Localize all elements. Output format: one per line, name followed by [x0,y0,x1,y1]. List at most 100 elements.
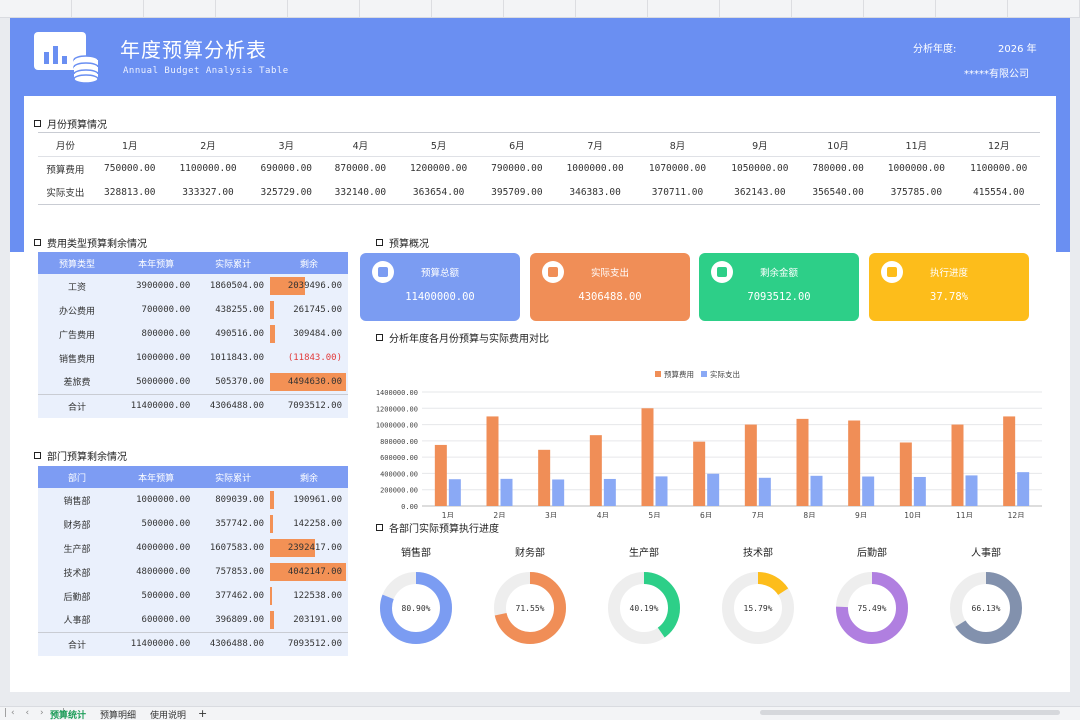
budget-bar [434,444,447,506]
remaining-value: 190961.00 [293,495,342,505]
actual-cell: 1860504.00 [196,274,270,298]
column-header: 预算类型 [38,252,116,274]
x-tick-label: 2月 [493,511,505,518]
budget-cell: 800000.00 [116,322,197,346]
column-header: 部门 [38,466,116,488]
y-tick-label: 400000.00 [380,470,418,478]
month-header-cell: 8月 [636,132,719,157]
section-square-icon [376,334,383,341]
budget-row: 预算费用 750000.00 1100000.00 690000.00 870000.… [38,157,1040,181]
department-header-row: 部门 本年预算 实际累计 剩余 [38,466,348,488]
sheet-tab-budget-detail[interactable]: 预算明细 [100,708,136,720]
year-label: 分析年度: [913,44,957,55]
month-header-cell: 7月 [553,132,637,157]
department-name: 财务部 [515,548,545,559]
kpi-card: 剩余金额 7093512.00 [699,253,859,321]
remaining-value: 2392417.00 [287,543,342,553]
column-header: 本年预算 [116,252,197,274]
progress-donut: 80.90% [380,572,452,644]
legend-label: 实际支出 [710,369,740,379]
remaining-cell: 203191.00 [270,608,348,632]
actual-cell: 377462.00 [196,584,270,608]
sheet-tab-budget-stats[interactable]: 预算统计 [50,708,86,720]
actual-cell: 396809.00 [196,608,270,632]
x-tick-label: 5月 [648,511,660,518]
budget-bar [1003,416,1016,506]
table-row: 销售部 1000000.00 809039.00 190961.00 [38,488,348,512]
content-card: 月份预算情况 月份 1月 2月 3月 4月 5月 6月 7月 8月 9月 10月 11月 12月 预算… [24,96,1056,674]
remaining-cell: (11843.00) [270,346,348,370]
chart-section-title: 分析年度各月份预算与实际费用对比 [376,330,549,345]
actual-cell: 328813.00 [92,180,167,205]
remaining-cell: 2392417.00 [270,536,348,560]
row-name: 后勤部 [38,584,116,608]
month-header-cell: 5月 [397,132,480,157]
budget-bar [538,449,551,506]
section-square-icon [34,239,41,246]
progress-percent: 66.13% [972,604,1001,613]
monthly-table: 月份 1月 2月 3月 4月 5月 6月 7月 8月 9月 10月 11月 12月 预算费用 7500… [38,132,1040,205]
actual-cell: 333327.00 [166,180,250,205]
total-actual: 4306488.00 [196,393,270,418]
budget-cell: 1050000.00 [731,163,789,175]
remaining-data-bar [270,491,274,509]
actual-cell: 490516.00 [196,322,270,346]
company-name: *****有限公司 [964,69,1029,80]
progress-donut: 71.55% [494,572,566,644]
total-actual: 4306488.00 [196,631,270,656]
remaining-cell: 2039496.00 [270,274,348,298]
row-name: 销售费用 [38,346,116,370]
y-tick-label: 800000.00 [380,438,418,446]
section-square-icon [376,239,383,246]
table-row: 广告费用 800000.00 490516.00 309484.00 [38,322,348,346]
remaining-cell: 122538.00 [270,584,348,608]
budget-cell: 500000.00 [116,584,197,608]
sheet-tab-instructions[interactable]: 使用说明 [150,708,186,720]
total-budget: 11400000.00 [116,631,197,656]
actual-cell: 375785.00 [875,180,958,205]
legend-swatch [701,371,707,377]
kpi-label: 剩余金额 [759,268,798,279]
y-tick-label: 1400000.00 [376,389,418,397]
horizontal-scrollbar[interactable] [760,710,1060,715]
remaining-cell: 261745.00 [270,298,348,322]
actual-bar [448,479,461,506]
month-header-cell: 3月 [249,132,324,157]
department-progress-card: 技术部 15.79% [706,540,810,660]
month-header-cell: 4月 [323,132,398,157]
table-row: 后勤部 500000.00 377462.00 122538.00 [38,584,348,608]
expense-type-table: 预算类型 本年预算 实际累计 剩余 工资 3900000.00 1860504.00 203… [38,252,348,418]
x-tick-label: 12月 [1008,511,1025,518]
table-row: 生产部 4000000.00 1607583.00 2392417.00 [38,536,348,560]
legend-label: 预算费用 [664,369,694,379]
budget-bar [589,435,602,506]
table-row: 办公费用 700000.00 438255.00 261745.00 [38,298,348,322]
progress-percent: 40.19% [630,604,659,613]
table-row: 工资 3900000.00 1860504.00 2039496.00 [38,274,348,298]
y-tick-label: 1000000.00 [376,422,418,430]
progress-percent: 15.79% [744,604,773,613]
budget-cell: 1000000.00 [116,488,197,512]
actual-bar [500,478,513,506]
add-sheet-button[interactable]: + [198,707,207,720]
actual-cell: 505370.00 [196,370,270,394]
actual-cell: 1607583.00 [196,536,270,560]
kpi-value: 4306488.00 [578,291,642,303]
kpi-label: 预算总额 [420,268,459,279]
remaining-cell: 4042147.00 [270,560,348,584]
month-header-cell: 12月 [957,132,1040,157]
total-budget: 11400000.00 [116,393,197,418]
x-tick-label: 9月 [855,511,867,518]
progress-donut: 40.19% [608,572,680,644]
actual-cell: 438255.00 [196,298,270,322]
progress-donut: 66.13% [950,572,1022,644]
remaining-data-bar [270,325,276,343]
total-remaining: 7093512.00 [270,631,348,656]
actual-bar [552,479,565,506]
kpi-card: 执行进度 37.78% [869,253,1029,321]
month-header-row: 月份 1月 2月 3月 4月 5月 6月 7月 8月 9月 10月 11月 12月 [38,132,1040,157]
budget-cell: 1000000.00 [566,163,624,175]
budget-cell: 1000000.00 [116,346,197,370]
budget-cell: 1200000.00 [410,163,468,175]
row-label-actual: 实际支出 [38,180,93,205]
